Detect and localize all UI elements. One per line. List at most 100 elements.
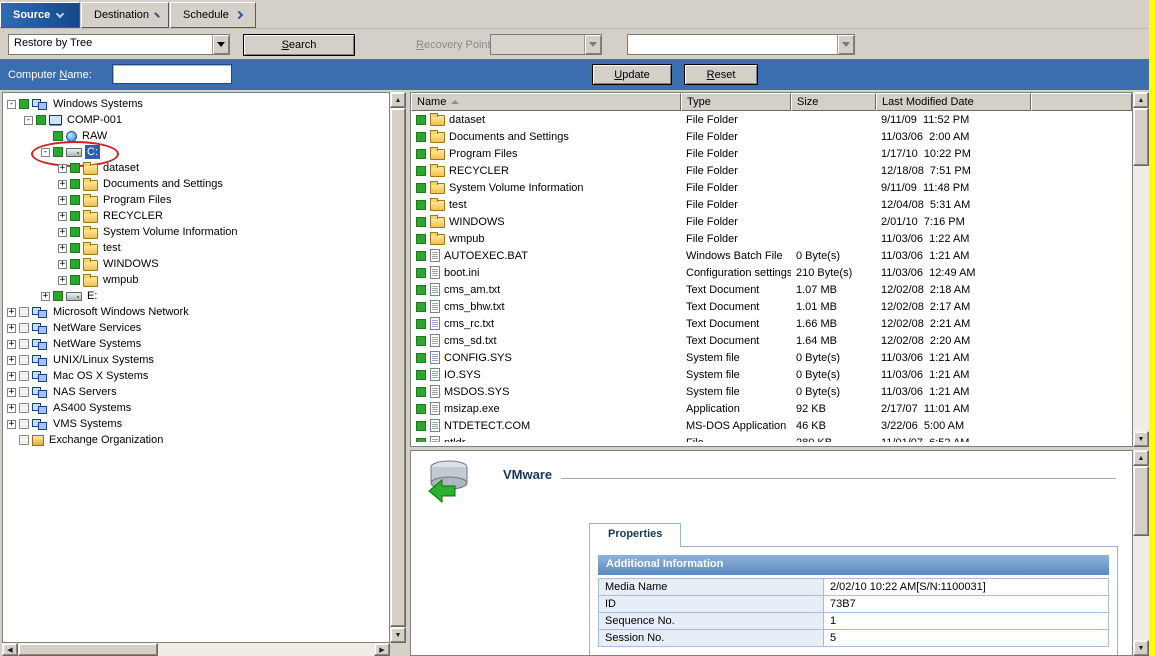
tree-item[interactable]: + NetWare Services (3, 320, 389, 336)
tree-horizontal-scrollbar[interactable]: ◀ ▶ (2, 643, 390, 656)
tree-item[interactable]: + E: (3, 288, 389, 304)
tree-item-label[interactable]: Program Files (101, 193, 173, 207)
file-row[interactable]: Documents and Settings File Folder 11/03… (411, 128, 1132, 145)
file-checkbox[interactable] (416, 387, 426, 397)
file-name[interactable]: IO.SYS (444, 369, 481, 381)
file-checkbox[interactable] (416, 353, 426, 363)
file-checkbox[interactable] (416, 319, 426, 329)
tree-item[interactable]: - COMP-001 (3, 112, 389, 128)
tab-schedule[interactable]: Schedule (170, 2, 256, 28)
file-name[interactable]: NTDETECT.COM (444, 420, 530, 432)
tree-checkbox[interactable] (70, 211, 80, 221)
column-header-type[interactable]: Type (681, 93, 791, 111)
file-row[interactable]: wmpub File Folder 11/03/06 1:22 AM (411, 230, 1132, 247)
tree-item[interactable]: + Microsoft Windows Network (3, 304, 389, 320)
file-name[interactable]: test (449, 199, 467, 211)
file-name[interactable]: RECYCLER (449, 165, 509, 177)
tree-checkbox[interactable] (19, 99, 29, 109)
tree-checkbox[interactable] (53, 291, 63, 301)
tree-expander[interactable]: + (58, 244, 67, 253)
column-header-date[interactable]: Last Modified Date (876, 93, 1031, 111)
file-checkbox[interactable] (416, 336, 426, 346)
tree-vertical-scrollbar[interactable]: ▲ ▼ (390, 92, 406, 643)
update-button[interactable]: Update (592, 64, 672, 85)
tree-item-label[interactable]: WINDOWS (101, 257, 161, 271)
file-row[interactable]: boot.ini Configuration settings 210 Byte… (411, 264, 1132, 281)
file-checkbox[interactable] (416, 149, 426, 159)
file-checkbox[interactable] (416, 217, 426, 227)
tree-item[interactable]: + Mac OS X Systems (3, 368, 389, 384)
scrollbar-track[interactable] (18, 643, 374, 656)
file-row[interactable]: dataset File Folder 9/11/09 11:52 PM (411, 111, 1132, 128)
tree-item[interactable]: + WINDOWS (3, 256, 389, 272)
tree-checkbox[interactable] (53, 131, 63, 141)
tree-item-label[interactable]: test (101, 241, 123, 255)
tree-item-label[interactable]: RECYCLER (101, 209, 165, 223)
tree-item-label[interactable]: C: (85, 145, 100, 159)
tree-item-label[interactable]: Microsoft Windows Network (51, 305, 191, 319)
file-row[interactable]: cms_sd.txt Text Document 1.64 MB 12/02/0… (411, 332, 1132, 349)
scroll-down-icon[interactable]: ▼ (1133, 640, 1149, 656)
file-row[interactable]: msizap.exe Application 92 KB 2/17/07 11:… (411, 400, 1132, 417)
file-row[interactable]: cms_bhw.txt Text Document 1.01 MB 12/02/… (411, 298, 1132, 315)
tree-expander[interactable]: + (58, 260, 67, 269)
tree-item-label[interactable]: Exchange Organization (47, 433, 165, 447)
file-checkbox[interactable] (416, 166, 426, 176)
file-name[interactable]: ntldr (444, 437, 465, 443)
file-checkbox[interactable] (416, 404, 426, 414)
tree-item-label[interactable]: UNIX/Linux Systems (51, 353, 156, 367)
tree-checkbox[interactable] (70, 195, 80, 205)
computer-name-input[interactable] (112, 64, 232, 84)
tree-item[interactable]: + NAS Servers (3, 384, 389, 400)
scrollbar-track[interactable] (390, 108, 406, 627)
file-row[interactable]: cms_rc.txt Text Document 1.66 MB 12/02/0… (411, 315, 1132, 332)
file-row[interactable]: cms_am.txt Text Document 1.07 MB 12/02/0… (411, 281, 1132, 298)
tree-item[interactable]: Exchange Organization (3, 432, 389, 448)
scroll-left-icon[interactable]: ◀ (2, 643, 18, 656)
tree-item[interactable]: + test (3, 240, 389, 256)
tree-item[interactable]: + Program Files (3, 192, 389, 208)
tree-expander[interactable]: + (58, 180, 67, 189)
tree-item-label[interactable]: NetWare Services (51, 321, 143, 335)
file-checkbox[interactable] (416, 268, 426, 278)
tree-item-label[interactable]: Mac OS X Systems (51, 369, 150, 383)
file-name[interactable]: MSDOS.SYS (444, 386, 509, 398)
file-checkbox[interactable] (416, 370, 426, 380)
file-name[interactable]: cms_rc.txt (444, 318, 494, 330)
scroll-down-icon[interactable]: ▼ (390, 627, 406, 643)
tree-checkbox[interactable] (70, 275, 80, 285)
scrollbar-thumb[interactable] (1133, 108, 1149, 166)
file-row[interactable]: MSDOS.SYS System file 0 Byte(s) 11/03/06… (411, 383, 1132, 400)
scrollbar-thumb[interactable] (18, 643, 158, 656)
tree-checkbox[interactable] (19, 435, 29, 445)
file-checkbox[interactable] (416, 183, 426, 193)
file-row[interactable]: RECYCLER File Folder 12/18/08 7:51 PM (411, 162, 1132, 179)
file-name[interactable]: cms_sd.txt (444, 335, 497, 347)
file-row[interactable]: WINDOWS File Folder 2/01/10 7:16 PM (411, 213, 1132, 230)
tab-properties[interactable]: Properties (589, 523, 681, 547)
tree-item-label[interactable]: Windows Systems (51, 97, 145, 111)
tree-expander[interactable]: + (58, 276, 67, 285)
tree-expander[interactable]: + (58, 228, 67, 237)
tree-expander[interactable]: + (7, 356, 16, 365)
file-name[interactable]: WINDOWS (449, 216, 505, 228)
tree-item[interactable]: + VMS Systems (3, 416, 389, 432)
file-checkbox[interactable] (416, 115, 426, 125)
tree-item-label[interactable]: COMP-001 (65, 113, 124, 127)
tree-item[interactable]: + AS400 Systems (3, 400, 389, 416)
file-row[interactable]: test File Folder 12/04/08 5:31 AM (411, 196, 1132, 213)
file-name[interactable]: Documents and Settings (449, 131, 569, 143)
column-header-name[interactable]: Name (411, 93, 681, 111)
file-row[interactable]: ntldr File 280 KB 11/01/07 6:52 AM (411, 434, 1132, 442)
tree-expander[interactable]: + (58, 212, 67, 221)
tree-expander[interactable]: + (58, 164, 67, 173)
file-checkbox[interactable] (416, 132, 426, 142)
scrollbar-thumb[interactable] (390, 108, 406, 627)
properties-scrollbar[interactable]: ▲ ▼ (1133, 450, 1149, 656)
tree-expander[interactable]: + (41, 292, 50, 301)
file-name[interactable]: dataset (449, 114, 485, 126)
restore-mode-combobox[interactable]: Restore by Tree (8, 34, 230, 55)
tree-item[interactable]: + Documents and Settings (3, 176, 389, 192)
tree-expander[interactable]: - (41, 148, 50, 157)
tree-checkbox[interactable] (19, 323, 29, 333)
